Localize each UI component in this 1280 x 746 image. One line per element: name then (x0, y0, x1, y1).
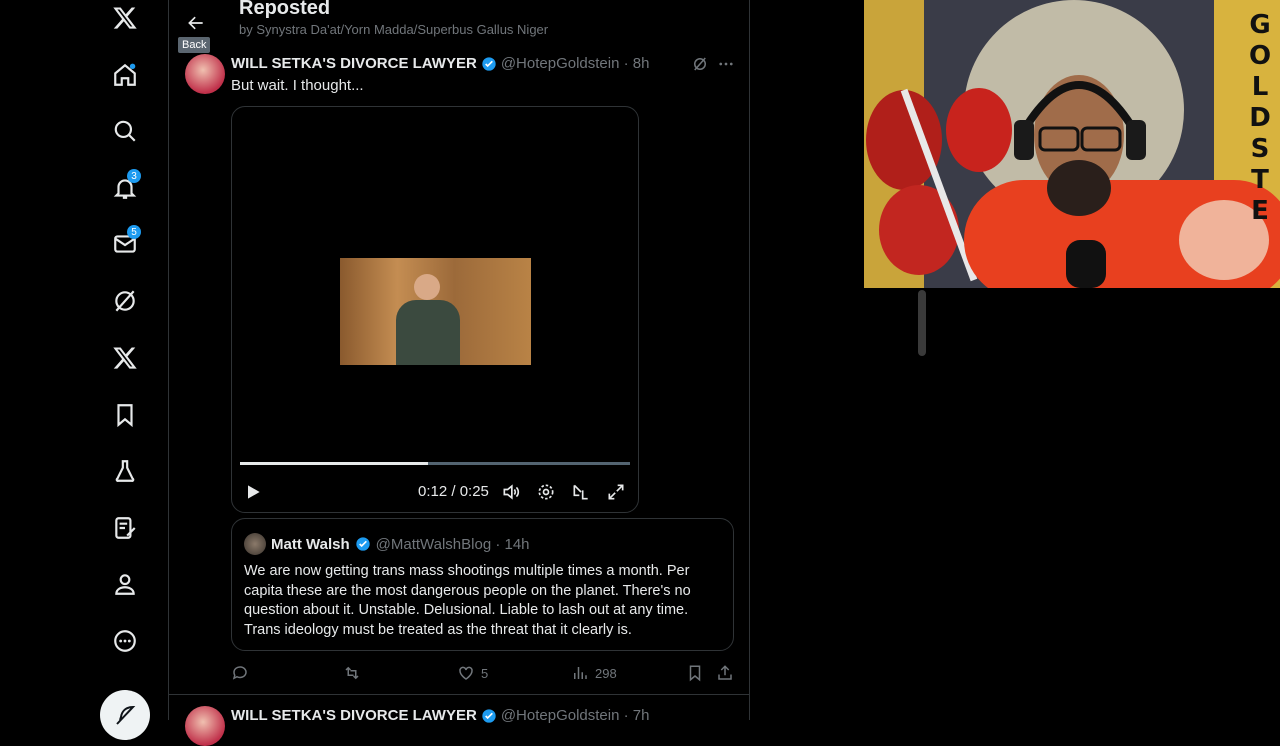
more-icon[interactable] (105, 621, 145, 661)
author-handle[interactable]: @HotepGoldstein · 8h (501, 55, 650, 72)
compose-post-button[interactable] (100, 690, 150, 740)
views-chart-icon (574, 667, 587, 679)
view-count: 298 (595, 665, 617, 681)
page-title: Reposted (239, 0, 331, 19)
x-logo-icon[interactable] (105, 0, 145, 38)
play-icon (248, 485, 260, 499)
back-tooltip: Back (178, 37, 211, 53)
repost-button[interactable] (343, 664, 361, 682)
bookmarks-icon[interactable] (105, 395, 145, 435)
video-time: 0:12 / 0:25 (418, 483, 489, 500)
reply-icon (232, 666, 247, 680)
feather-icon (116, 705, 136, 725)
tweet-actions: 5 298 (231, 662, 741, 686)
share-button[interactable] (716, 664, 734, 682)
share-icon (718, 665, 732, 680)
back-button[interactable] (179, 6, 213, 40)
verified-badge-icon (482, 708, 496, 723)
quoted-author-handle[interactable]: @MattWalshBlog · 14h (376, 536, 530, 553)
quoted-author-name[interactable]: Matt Walsh (271, 536, 350, 553)
messages-badge: 5 (127, 225, 141, 239)
author-name[interactable]: WILL SETKA'S DIVORCE LAWYER (231, 55, 477, 72)
quoted-tweet[interactable]: Matt Walsh @MattWalshBlog · 14h We are n… (231, 518, 734, 651)
notifications-icon[interactable]: 3 (105, 168, 145, 208)
video-controls: 0:12 / 0:25 (232, 479, 638, 505)
person-head-image (414, 274, 440, 300)
gear-icon (538, 484, 554, 500)
heart-icon (459, 666, 473, 680)
notifications-badge: 3 (127, 169, 141, 183)
next-tweet-author[interactable]: WILL SETKA'S DIVORCE LAWYER @HotepGoldst… (231, 707, 649, 724)
reply-button[interactable] (231, 664, 249, 682)
video-progress-fill (240, 462, 429, 465)
grok-icon[interactable] (105, 281, 145, 321)
settings-button[interactable] (535, 481, 557, 503)
timeline-column: Back Reposted by Synystra Da'at/Yorn Mad… (168, 0, 750, 746)
scrollbar-thumb[interactable] (918, 290, 926, 356)
bookmark-button[interactable] (686, 664, 704, 682)
verified-badge-icon (355, 537, 370, 551)
quoted-avatar[interactable] (244, 533, 266, 555)
video-thumbnail (340, 258, 531, 365)
tweet-text: But wait. I thought... (231, 77, 364, 94)
like-button[interactable]: 5 (457, 664, 488, 682)
pip-icon (573, 484, 588, 500)
arrow-left-icon (188, 16, 203, 30)
avatar[interactable] (185, 54, 225, 94)
tweet-divider (169, 694, 749, 695)
video-player[interactable]: 0:12 / 0:25 (231, 106, 639, 513)
search-icon[interactable] (105, 111, 145, 151)
webcam-scene-image (864, 0, 1280, 288)
x-premium-icon[interactable] (105, 338, 145, 378)
expand-icon (608, 484, 624, 500)
labs-flask-icon[interactable] (105, 451, 145, 491)
tweet-author[interactable]: WILL SETKA'S DIVORCE LAWYER @HotepGoldst… (231, 55, 649, 72)
articles-icon[interactable] (105, 508, 145, 548)
author-name[interactable]: WILL SETKA'S DIVORCE LAWYER (231, 707, 477, 724)
grok-analyze-icon[interactable] (691, 55, 709, 78)
views-button[interactable]: 298 (571, 664, 617, 682)
avatar[interactable] (185, 706, 225, 746)
person-body-image (396, 300, 460, 365)
home-icon[interactable] (105, 55, 145, 95)
more-options-icon[interactable] (717, 55, 735, 78)
messages-icon[interactable]: 5 (105, 224, 145, 264)
video-progress-bar[interactable] (240, 462, 630, 465)
verified-badge-icon (482, 56, 496, 71)
volume-button[interactable] (500, 481, 522, 503)
picture-in-picture-button[interactable] (570, 481, 592, 503)
author-handle[interactable]: @HotepGoldstein · 7h (501, 707, 650, 724)
webcam-overlay: GOLDSTE (864, 0, 1280, 288)
sidebar-nav: 3 5 (0, 0, 168, 740)
profile-icon[interactable] (105, 564, 145, 604)
quoted-tweet-text: We are now getting trans mass shootings … (244, 563, 691, 638)
repost-icon (345, 666, 359, 680)
play-button[interactable] (242, 481, 264, 503)
volume-icon (503, 484, 520, 500)
page-subtitle: by Synystra Da'at/Yorn Madda/Superbus Ga… (239, 22, 549, 37)
banner-lettering: GOLDSTE (1248, 10, 1272, 226)
like-count: 5 (481, 665, 489, 681)
fullscreen-button[interactable] (605, 481, 627, 503)
bookmark-icon (689, 665, 701, 682)
